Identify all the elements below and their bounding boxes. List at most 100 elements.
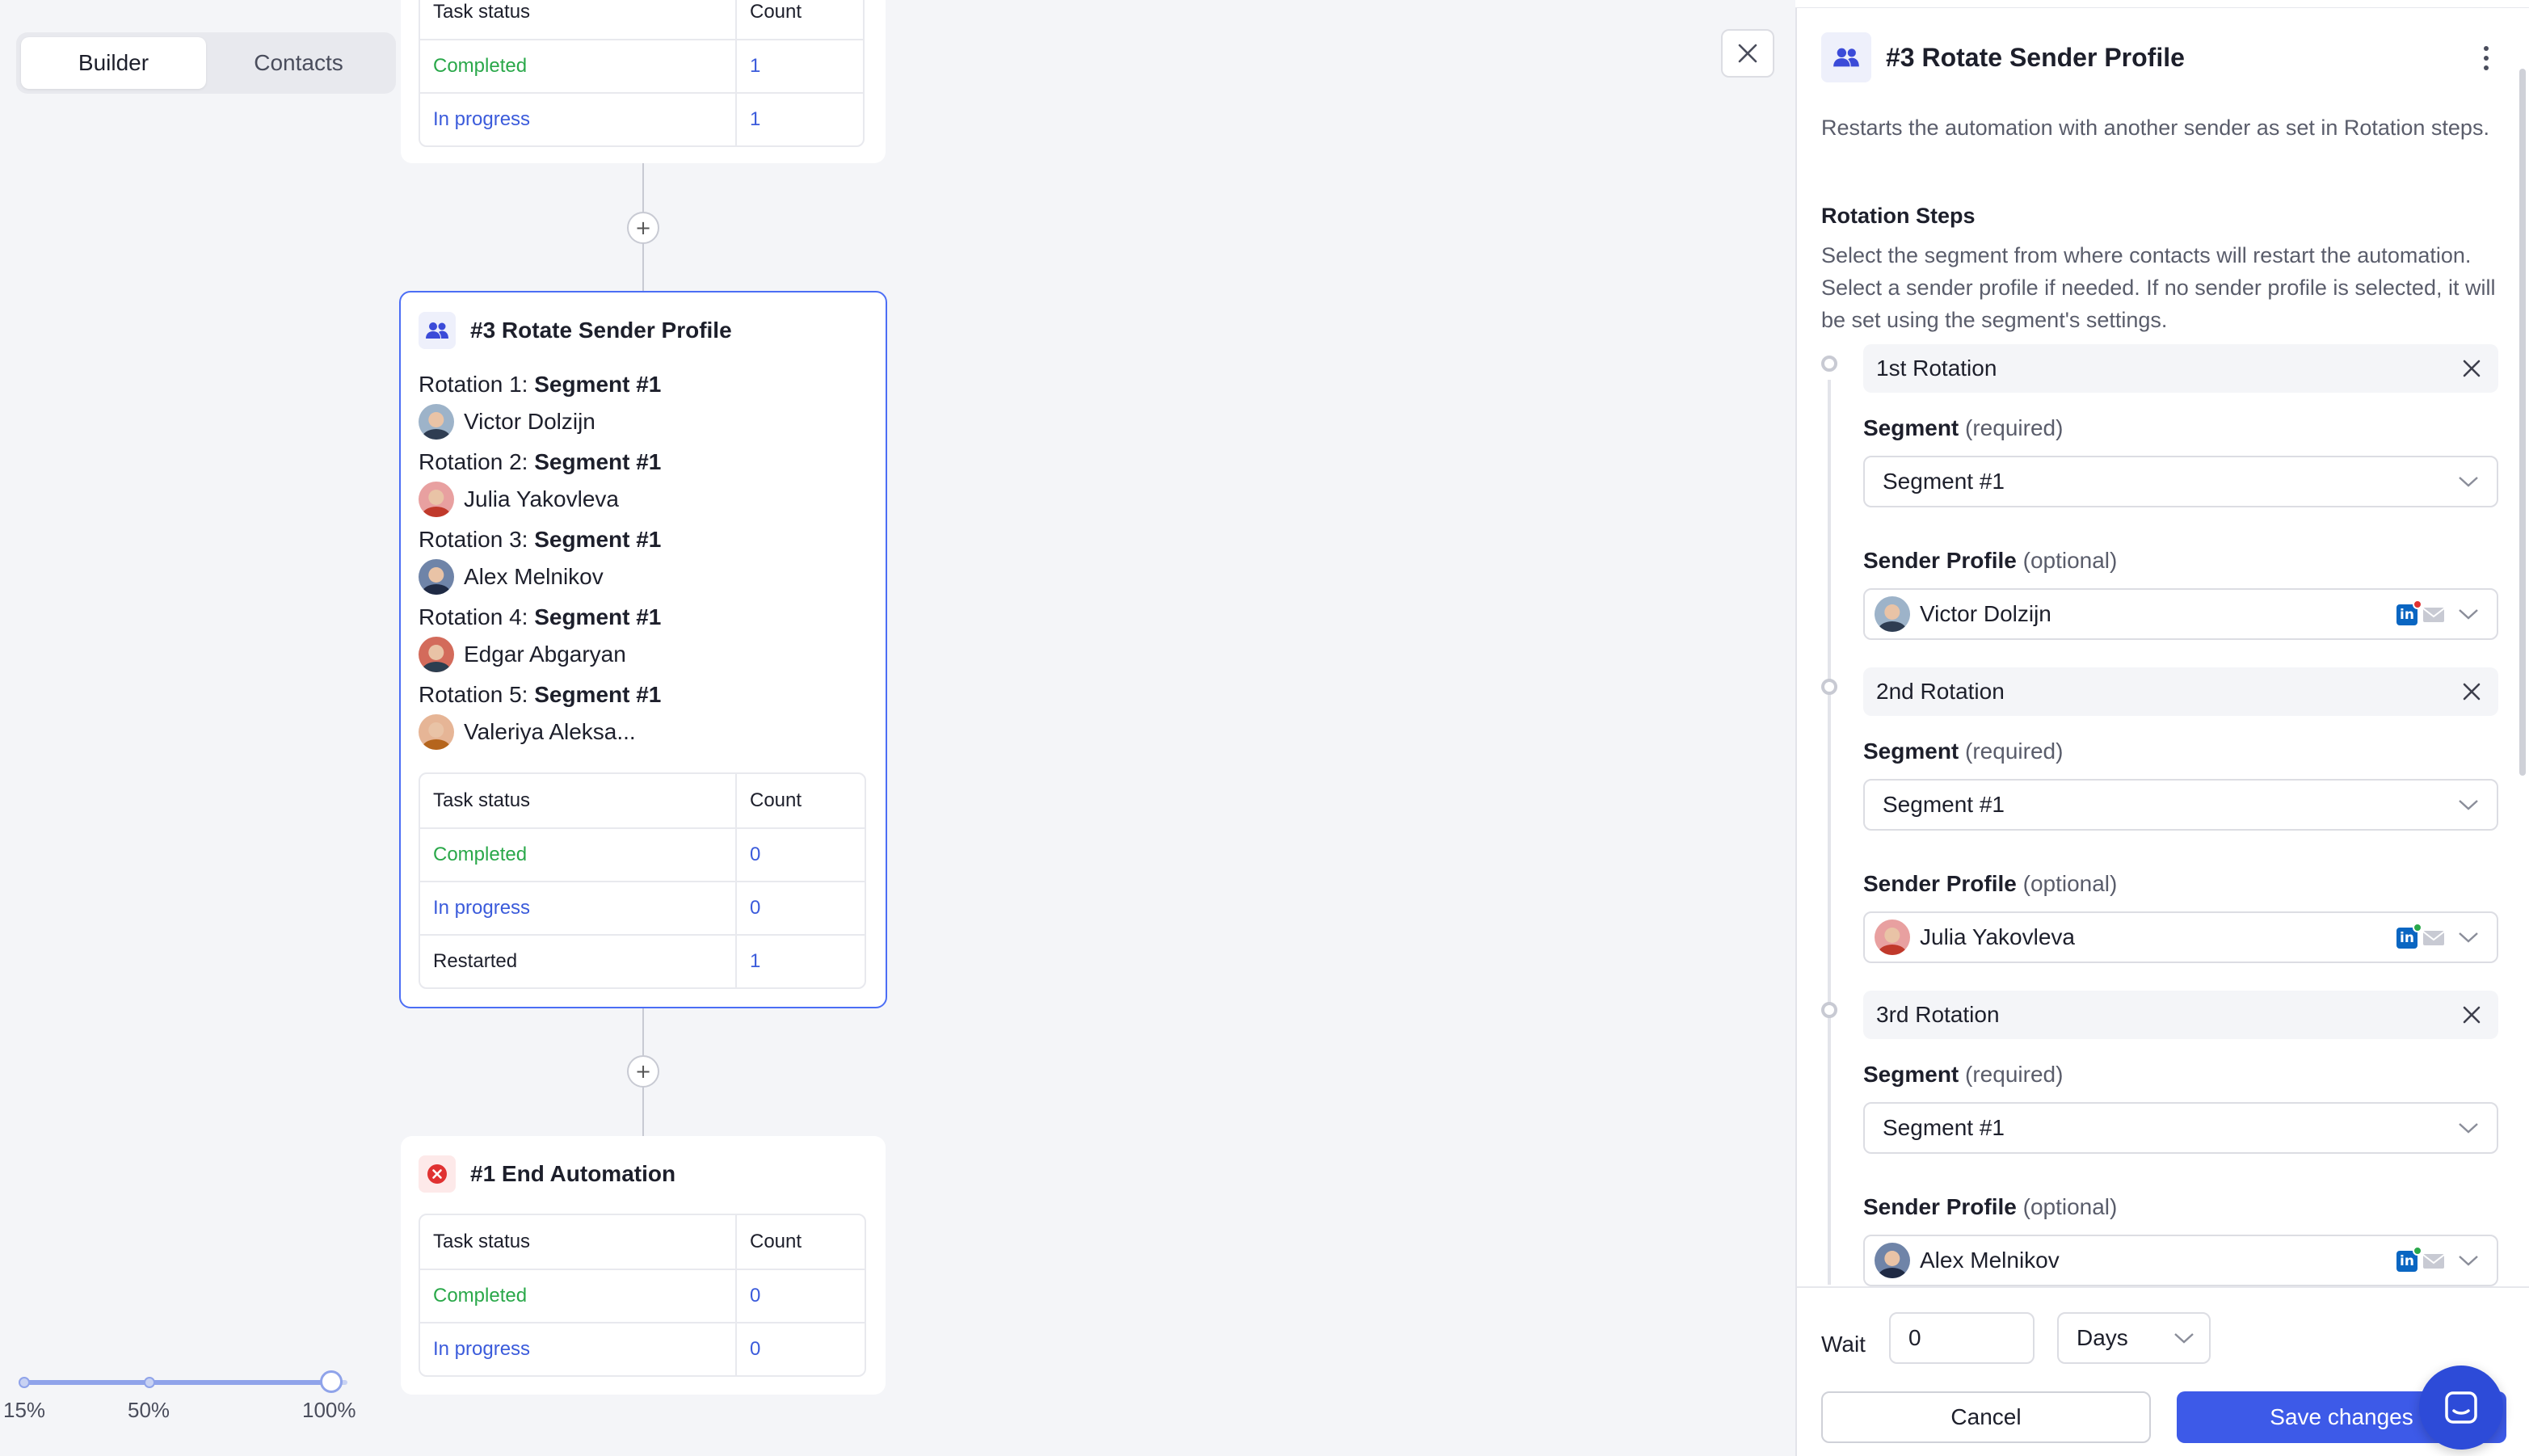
segment-value: Segment #1 [1883,469,2005,494]
sender-name: Alex Melnikov [464,564,604,589]
chevron-down-icon [2459,800,2478,810]
rotation-line: Rotation 3: Segment #1 [419,527,661,553]
wait-unit-select[interactable]: Days [2057,1312,2211,1364]
count-cell[interactable]: 1 [737,40,863,92]
chevron-down-icon [2459,609,2478,620]
mode-switch: Builder Contacts [16,32,396,94]
sender-value: Julia Yakovleva [1920,924,2075,949]
remove-rotation-icon[interactable] [2460,680,2484,704]
sender-name: Valeriya Aleksa... [464,719,636,744]
segment-label-text: Segment [1863,739,1959,764]
count-cell[interactable]: 0 [737,1323,865,1375]
rotation-step: 3rd Rotation Segment (required) Segment … [1821,991,2516,1290]
avatar [1875,596,1910,632]
sender-profile-select[interactable]: Victor Dolzijn in [1863,588,2498,640]
automation-canvas[interactable]: Builder Contacts Task status Count Compl… [0,0,1795,1456]
status-header: Task status [420,0,737,39]
chevron-down-icon [2459,1256,2478,1266]
panel-title: #3 Rotate Sender Profile [1821,32,2185,82]
rotation-prefix: Rotation 4: [419,604,535,629]
close-panel-button[interactable] [1721,29,1774,78]
count-header: Count [750,1,802,23]
sender-name: Julia Yakovleva [464,486,619,511]
task-status-table: Task status Count Completed 0 In progres… [419,772,866,989]
status-cell: In progress [420,94,737,145]
rotation-step: 2nd Rotation Segment (required) Segment … [1821,667,2516,983]
segment-label: Segment (required) [1863,739,2063,764]
linkedin-status-badge [2413,600,2422,609]
segment-label-hint: (required) [1965,1062,2064,1087]
count-header: Count [750,1231,802,1252]
zoom-handle[interactable] [320,1370,343,1393]
chat-support-button[interactable] [2419,1366,2503,1450]
rotation-header: 3rd Rotation [1863,991,2498,1039]
panel-description: Restarts the automation with another sen… [1821,116,2489,140]
mail-icon [2422,931,2445,945]
add-step-button[interactable]: + [627,212,659,244]
segment-select[interactable]: Segment #1 [1863,456,2498,507]
rotation-sender: Alex Melnikov [419,559,604,595]
count-cell[interactable]: 1 [737,94,863,145]
sender-label-text: Sender Profile [1863,1194,2017,1219]
rotation-step: 1st Rotation Segment (required) Segment … [1821,344,2516,659]
rotation-segment: Segment #1 [534,372,662,397]
avatar [419,482,454,517]
segment-select[interactable]: Segment #1 [1863,779,2498,831]
add-step-button[interactable]: + [627,1055,659,1088]
remove-rotation-icon[interactable] [2460,1003,2484,1027]
status-header: Task status [420,1215,737,1269]
rotation-sender: Victor Dolzijn [419,404,595,440]
count-cell[interactable]: 0 [737,882,865,934]
count-cell[interactable]: 0 [737,1270,865,1322]
rotation-segment: Segment #1 [534,449,662,474]
wait-unit-value: Days [2077,1325,2128,1350]
avatar [419,559,454,595]
cancel-button[interactable]: Cancel [1821,1391,2151,1443]
status-cell: In progress [420,1323,737,1375]
count-cell[interactable]: 0 [737,829,865,881]
table-header: Task status Count [420,1215,865,1269]
remove-rotation-icon[interactable] [2460,356,2484,381]
rotation-sender: Valeriya Aleksa... [419,714,636,750]
rotation-line: Rotation 5: Segment #1 [419,682,661,708]
sender-profile-select[interactable]: Julia Yakovleva in [1863,911,2498,963]
sender-name: Victor Dolzijn [464,409,595,434]
panel-footer: Wait 0 Days Cancel Save changes [1797,1286,2529,1456]
chevron-down-icon [2459,477,2478,487]
rotation-sender: Julia Yakovleva [419,482,619,517]
zoom-stop[interactable] [144,1377,155,1388]
zoom-fill [24,1380,341,1385]
segment-value: Segment #1 [1883,792,2005,817]
status-cell: In progress [420,882,737,934]
sender-label-hint: (optional) [2022,548,2118,573]
status-cell: Completed [420,1270,737,1322]
panel-scrollbar[interactable] [2519,69,2526,776]
rotation-segment: Segment #1 [534,682,662,707]
rotation-segment: Segment #1 [534,527,662,552]
sender-profile-select[interactable]: Alex Melnikov in [1863,1235,2498,1286]
zoom-stop[interactable] [19,1377,30,1388]
count-cell[interactable]: 1 [737,936,865,987]
more-options-icon[interactable] [2482,45,2490,71]
sender-profile-label: Sender Profile (optional) [1863,871,2117,897]
rotation-line: Rotation 4: Segment #1 [419,604,661,630]
table-row: Completed 0 [420,1269,865,1322]
wait-amount-input[interactable]: 0 [1889,1312,2035,1364]
linkedin-icon: in [2396,600,2422,625]
tab-contacts[interactable]: Contacts [206,37,391,89]
chevron-down-icon [2459,1123,2478,1134]
avatar [419,714,454,750]
task-status-table: Task status Count Completed 0 In progres… [419,1214,866,1377]
table-row: Completed 1 [420,39,863,92]
segment-label-text: Segment [1863,415,1959,440]
zoom-slider[interactable]: 15% 50% 100% [3,1370,372,1435]
rotation-sender: Edgar Abgaryan [419,637,626,672]
sender-label-text: Sender Profile [1863,871,2017,896]
segment-select[interactable]: Segment #1 [1863,1102,2498,1154]
previous-step-card[interactable]: Task status Count Completed 1 In progres… [401,0,886,163]
rotation-line: Rotation 2: Segment #1 [419,449,661,475]
rotation-name: 2nd Rotation [1876,679,2005,704]
rotation-steps-help: Select the segment from where contacts w… [1821,243,2496,332]
rotation-name: 3rd Rotation [1876,1002,2000,1027]
tab-builder[interactable]: Builder [21,37,206,89]
